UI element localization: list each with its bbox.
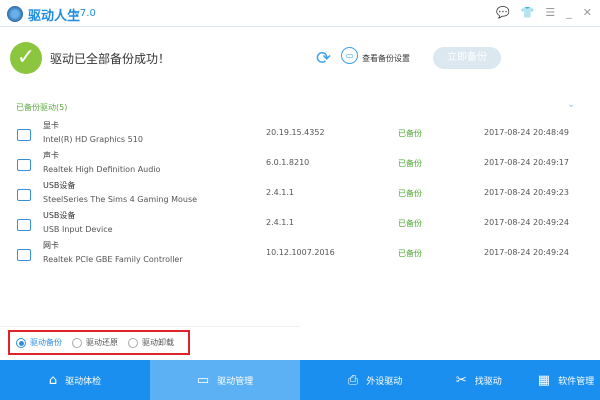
nav-label: 找驱动 — [474, 376, 502, 387]
driver-category: 网卡 — [43, 241, 59, 250]
driver-status: 已备份 — [398, 189, 422, 198]
usb-device-icon — [17, 189, 31, 201]
nav-label: 驱动体检 — [65, 376, 102, 387]
driver-category: USB设备 — [43, 181, 76, 190]
speaker-icon — [17, 159, 31, 171]
radio-circle — [16, 337, 26, 348]
nav-label: 驱动管理 — [217, 376, 254, 387]
driver-category: 显卡 — [43, 121, 59, 130]
app-logo-icon — [7, 6, 23, 22]
title-bar: 驱动人生 v7.0 💬 👕 ☰ _ ✕ — [0, 0, 600, 27]
monitor-icon: ▭ — [196, 372, 210, 388]
driver-category: USB设备 — [43, 211, 76, 220]
radio-driver-backup[interactable]: 驱动备份 — [16, 337, 62, 348]
driver-backup-time: 2017-08-24 20:49:17 — [484, 158, 569, 167]
success-check-icon: ✓ — [10, 42, 42, 74]
nav-software-management[interactable]: 软件管理 — [558, 374, 594, 387]
printer-icon: ⎙ — [347, 372, 359, 388]
driver-row[interactable]: USB设备 USB Input Device 2.4.1.1 已备份 2017-… — [0, 210, 600, 240]
driver-status: 已备份 — [398, 219, 422, 228]
close-icon[interactable]: ✕ — [583, 6, 592, 19]
menu-icon[interactable]: ☰ — [545, 6, 555, 19]
backup-now-button[interactable]: 立即备份 — [433, 47, 501, 69]
tools-icon: ✂ — [455, 372, 467, 388]
driver-status: 已备份 — [398, 159, 422, 168]
section-title: 已备份驱动(5) — [16, 103, 68, 112]
usb-device-icon — [17, 219, 31, 231]
driver-name: Intel(R) HD Graphics 510 — [43, 135, 143, 144]
folder-icon[interactable]: ▭ — [341, 47, 358, 64]
nav-driver-management[interactable]: ▭ 驱动管理 — [150, 360, 300, 400]
driver-backup-time: 2017-08-24 20:49:24 — [484, 218, 569, 227]
divider — [0, 326, 300, 327]
radio-circle — [128, 337, 138, 348]
view-backup-settings-link[interactable]: 查看备份设置 — [362, 53, 410, 64]
nav-find-driver[interactable]: ✂ 找驱动 ▦ 软件管理 — [450, 360, 600, 400]
driver-row[interactable]: USB设备 SteelSeries The Sims 4 Gaming Mous… — [0, 180, 600, 210]
driver-version: 2.4.1.1 — [266, 218, 294, 227]
nav-label: 外设驱动 — [366, 376, 403, 387]
driver-name: Realtek High Definition Audio — [43, 165, 161, 174]
display-card-icon — [17, 129, 31, 141]
driver-name: Realtek PCIe GBE Family Controller — [43, 255, 183, 264]
driver-version: 20.19.15.4352 — [266, 128, 325, 137]
driver-version: 10.12.1007.2016 — [266, 248, 335, 257]
driver-name: SteelSeries The Sims 4 Gaming Mouse — [43, 195, 198, 204]
skin-icon[interactable]: 👕 — [521, 6, 535, 19]
home-icon: ⌂ — [48, 372, 58, 388]
refresh-icon[interactable]: ⟳ — [316, 48, 331, 69]
network-card-icon — [17, 249, 31, 261]
app-version: v7.0 — [74, 8, 96, 19]
radio-circle — [72, 337, 82, 348]
driver-row[interactable]: 声卡 Realtek High Definition Audio 6.0.1.8… — [0, 150, 600, 180]
app-title: 驱动人生 — [28, 9, 81, 24]
driver-status: 已备份 — [398, 249, 422, 258]
status-message: 驱动已全部备份成功！ — [50, 52, 171, 66]
minimize-icon[interactable]: _ — [566, 6, 572, 19]
driver-version: 6.0.1.8210 — [266, 158, 310, 167]
radio-label: 驱动卸载 — [142, 338, 174, 347]
radio-label: 驱动还原 — [86, 338, 118, 347]
driver-name: USB Input Device — [43, 225, 113, 234]
chevron-down-icon[interactable]: ⌄ — [567, 99, 575, 110]
driver-backup-time: 2017-08-24 20:49:24 — [484, 248, 569, 257]
driver-backup-time: 2017-08-24 20:49:23 — [484, 188, 569, 197]
driver-row[interactable]: 显卡 Intel(R) HD Graphics 510 20.19.15.435… — [0, 120, 600, 150]
feedback-icon[interactable]: 💬 — [496, 6, 510, 19]
nav-peripheral-drivers[interactable]: ⎙ 外设驱动 — [300, 360, 450, 400]
nav-driver-check[interactable]: ⌂ 驱动体检 — [0, 360, 150, 400]
radio-driver-uninstall[interactable]: 驱动卸载 — [128, 337, 174, 348]
driver-backup-time: 2017-08-24 20:48:49 — [484, 128, 569, 137]
driver-row[interactable]: 网卡 Realtek PCIe GBE Family Controller 10… — [0, 240, 600, 270]
radio-label: 驱动备份 — [30, 338, 62, 347]
driver-status: 已备份 — [398, 129, 422, 138]
bottom-nav: ⌂ 驱动体检 ▭ 驱动管理 ⎙ 外设驱动 ✂ 找驱动 ▦ 软件管理 — [0, 360, 600, 400]
radio-driver-restore[interactable]: 驱动还原 — [72, 337, 118, 348]
apps-icon: ▦ — [537, 372, 551, 388]
driver-category: 声卡 — [43, 151, 59, 160]
driver-version: 2.4.1.1 — [266, 188, 294, 197]
mode-radio-group: 驱动备份 驱动还原 驱动卸载 — [8, 330, 190, 355]
